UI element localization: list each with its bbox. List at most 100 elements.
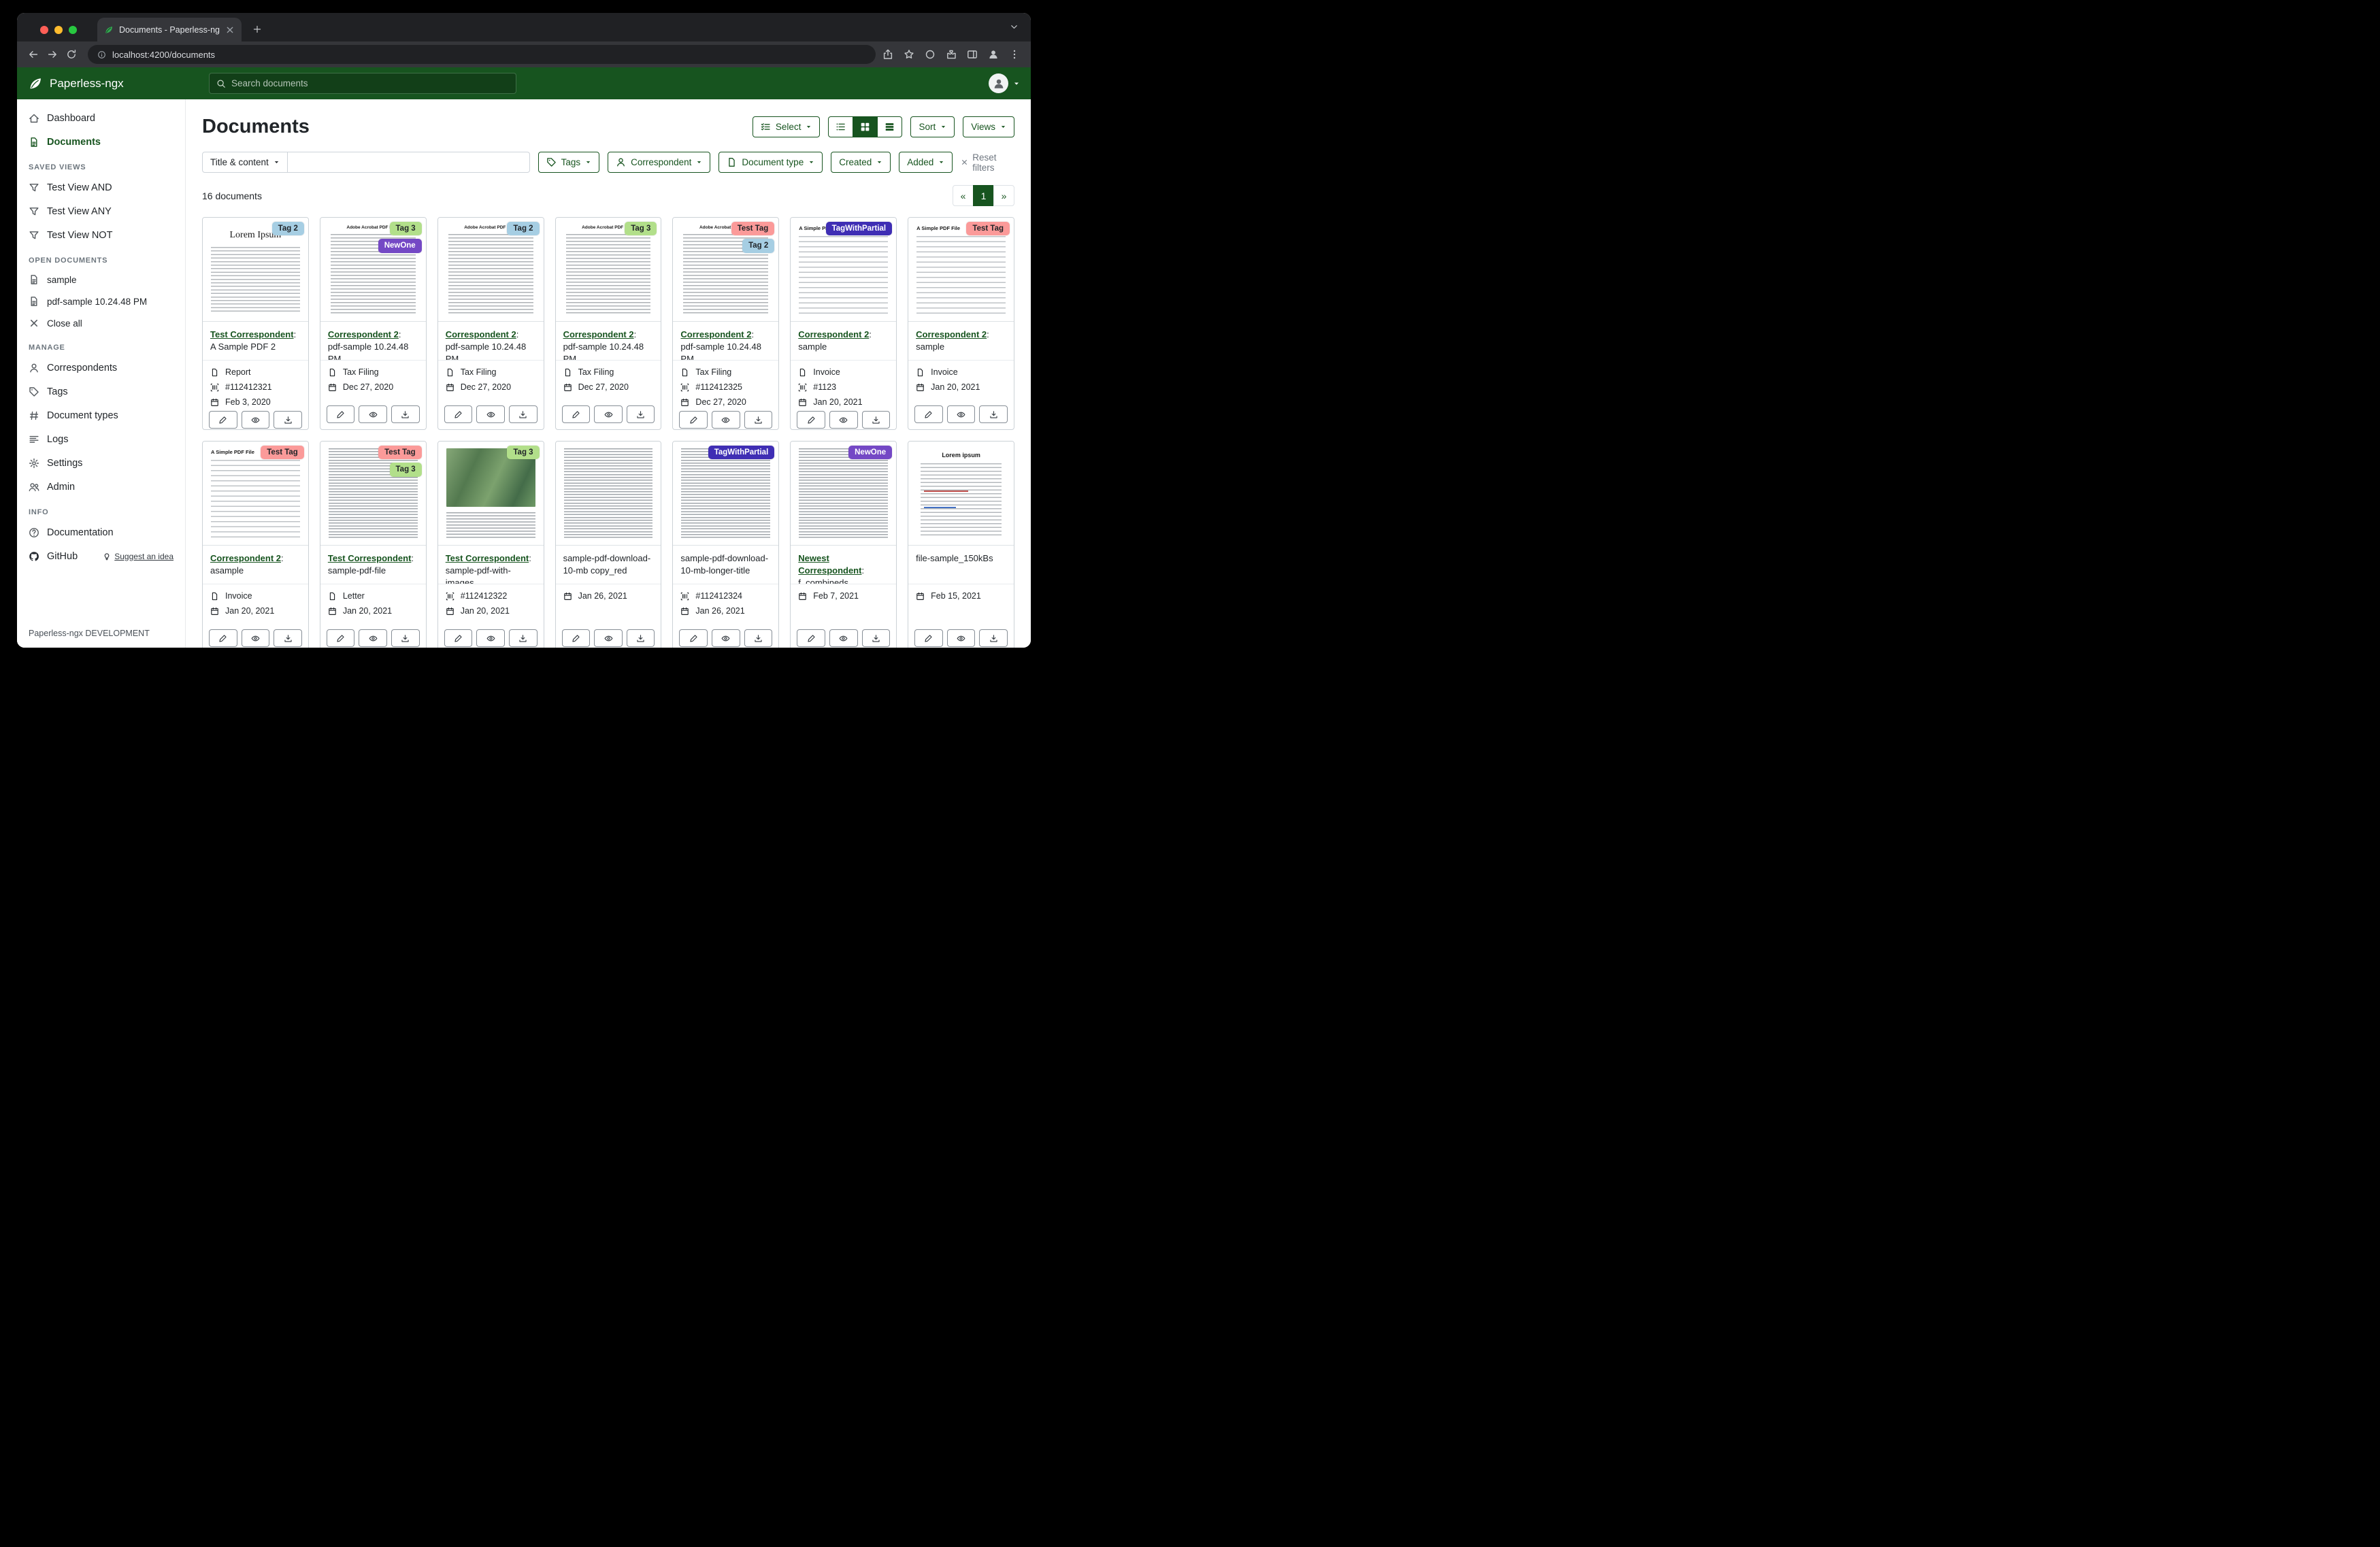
download-document-button[interactable] <box>979 629 1008 647</box>
correspondent-link[interactable]: Correspondent 2 <box>680 329 751 339</box>
download-document-button[interactable] <box>509 405 538 423</box>
list-view-button[interactable] <box>828 116 853 137</box>
document-type-filter-button[interactable]: Document type <box>718 152 823 173</box>
correspondent-link[interactable]: Correspondent 2 <box>798 329 869 339</box>
edit-document-button[interactable] <box>444 629 473 647</box>
document-thumbnail[interactable]: TagWithPartial <box>673 442 778 546</box>
download-document-button[interactable] <box>391 405 420 423</box>
preview-document-button[interactable] <box>594 629 623 647</box>
correspondent-link[interactable]: Correspondent 2 <box>328 329 399 339</box>
download-document-button[interactable] <box>627 405 655 423</box>
download-document-button[interactable] <box>862 411 891 429</box>
correspondent-link[interactable]: Correspondent 2 <box>210 553 281 563</box>
tag-badge[interactable]: TagWithPartial <box>708 446 775 459</box>
tag-badge[interactable]: Tag 2 <box>507 222 539 235</box>
preview-document-button[interactable] <box>829 411 858 429</box>
title-content-filter-input[interactable] <box>288 152 530 173</box>
correspondent-link[interactable]: Test Correspondent <box>328 553 412 563</box>
sort-button[interactable]: Sort <box>910 116 955 137</box>
preview-document-button[interactable] <box>947 405 976 423</box>
document-thumbnail[interactable]: Tag 3 <box>438 442 544 546</box>
preview-document-button[interactable] <box>476 405 505 423</box>
preview-document-button[interactable] <box>359 405 387 423</box>
tag-badge[interactable]: Test Tag <box>378 446 422 459</box>
new-tab-button[interactable] <box>248 20 266 38</box>
edit-document-button[interactable] <box>444 405 473 423</box>
correspondent-link[interactable]: Test Correspondent <box>210 329 294 339</box>
document-thumbnail[interactable]: NewOne <box>791 442 896 546</box>
tab-close-icon[interactable] <box>225 25 235 35</box>
download-document-button[interactable] <box>979 405 1008 423</box>
download-document-button[interactable] <box>862 629 891 647</box>
correspondent-link[interactable]: Newest Correspondent <box>798 553 861 576</box>
document-thumbnail[interactable]: Adobe Acrobat PDF FilesTag 3 <box>556 218 661 322</box>
pagination-prev[interactable]: « <box>953 185 974 206</box>
share-button[interactable] <box>882 49 893 60</box>
sidebar-item-test-view-and[interactable]: Test View AND <box>17 176 185 199</box>
sidebar-item-test-view-any[interactable]: Test View ANY <box>17 199 185 223</box>
select-button[interactable]: Select <box>753 116 821 137</box>
sidebar-item-open-doc-sample[interactable]: sample <box>17 269 185 290</box>
tag-badge[interactable]: Test Tag <box>731 222 775 235</box>
extensions-puzzle-button[interactable] <box>946 49 957 60</box>
download-document-button[interactable] <box>744 629 773 647</box>
preview-document-button[interactable] <box>359 629 387 647</box>
side-panel-button[interactable] <box>967 49 978 60</box>
edit-document-button[interactable] <box>797 411 825 429</box>
url-bar[interactable]: localhost:4200/documents <box>88 45 876 64</box>
suggest-idea-link[interactable]: Suggest an idea <box>103 552 173 561</box>
download-document-button[interactable] <box>391 629 420 647</box>
document-thumbnail[interactable]: A Simple PDF FileTagWithPartial <box>791 218 896 322</box>
tag-badge[interactable]: Tag 3 <box>625 222 657 235</box>
extension-button[interactable] <box>925 49 936 60</box>
edit-document-button[interactable] <box>209 629 237 647</box>
document-thumbnail[interactable] <box>556 442 661 546</box>
document-thumbnail[interactable]: Lorem IpsumTag 2 <box>203 218 308 322</box>
created-filter-button[interactable]: Created <box>831 152 891 173</box>
sidebar-item-correspondents[interactable]: Correspondents <box>17 356 185 380</box>
tab-search-button[interactable] <box>1010 22 1019 31</box>
document-thumbnail[interactable]: Lorem ipsum <box>908 442 1014 546</box>
tag-badge[interactable]: Tag 2 <box>272 222 304 235</box>
edit-document-button[interactable] <box>679 411 708 429</box>
correspondent-link[interactable]: Correspondent 2 <box>563 329 634 339</box>
document-thumbnail[interactable]: A Simple PDF FileTest Tag <box>203 442 308 546</box>
reset-filters-button[interactable]: Reset filters <box>961 152 1014 173</box>
edit-document-button[interactable] <box>679 629 708 647</box>
title-content-dropdown[interactable]: Title & content <box>202 152 288 173</box>
tags-filter-button[interactable]: Tags <box>538 152 600 173</box>
tag-badge[interactable]: NewOne <box>848 446 892 459</box>
added-filter-button[interactable]: Added <box>899 152 953 173</box>
sidebar-item-logs[interactable]: Logs <box>17 427 185 451</box>
window-zoom-button[interactable] <box>69 26 77 34</box>
sidebar-item-open-doc-pdf-sample[interactable]: pdf-sample 10.24.48 PM <box>17 290 185 312</box>
document-thumbnail[interactable]: Test Tag Tag 3 <box>320 442 426 546</box>
sidebar-item-tags[interactable]: Tags <box>17 380 185 403</box>
correspondent-link[interactable]: Test Correspondent <box>446 553 529 563</box>
pagination-next[interactable]: » <box>993 185 1014 206</box>
download-document-button[interactable] <box>274 629 302 647</box>
tag-badge[interactable]: Tag 3 <box>390 463 422 476</box>
preview-document-button[interactable] <box>476 629 505 647</box>
sidebar-item-documentation[interactable]: Documentation <box>17 520 185 544</box>
document-thumbnail[interactable]: Adobe Acrobat PDF FilesTag 2 <box>438 218 544 322</box>
sidebar-item-test-view-not[interactable]: Test View NOT <box>17 223 185 247</box>
tag-badge[interactable]: Tag 3 <box>507 446 539 459</box>
correspondent-link[interactable]: Correspondent 2 <box>916 329 987 339</box>
tag-badge[interactable]: Tag 2 <box>742 239 774 252</box>
tag-badge[interactable]: Test Tag <box>261 446 304 459</box>
correspondent-filter-button[interactable]: Correspondent <box>608 152 710 173</box>
back-button[interactable] <box>24 45 43 64</box>
site-info-icon[interactable] <box>97 50 106 59</box>
preview-document-button[interactable] <box>242 629 270 647</box>
correspondent-link[interactable]: Correspondent 2 <box>446 329 516 339</box>
document-thumbnail[interactable]: A Simple PDF FileTest Tag <box>908 218 1014 322</box>
user-menu[interactable] <box>989 73 1020 93</box>
document-thumbnail[interactable]: Adobe Acrobat PDF FilesTag 3NewOne <box>320 218 426 322</box>
edit-document-button[interactable] <box>562 405 591 423</box>
tag-badge[interactable]: Tag 3 <box>390 222 422 235</box>
preview-document-button[interactable] <box>712 629 740 647</box>
edit-document-button[interactable] <box>914 629 943 647</box>
pagination-page-1[interactable]: 1 <box>973 185 994 206</box>
edit-document-button[interactable] <box>914 405 943 423</box>
